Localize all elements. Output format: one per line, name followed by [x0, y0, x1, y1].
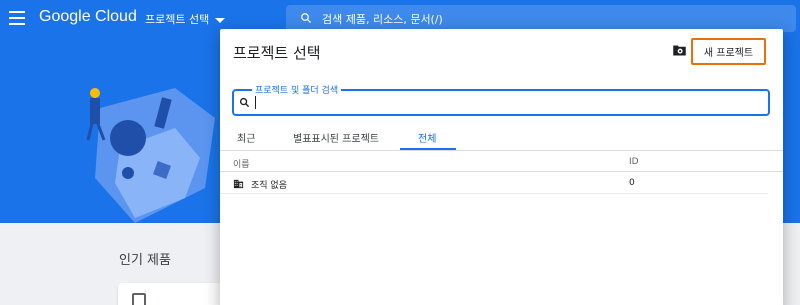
table-header: 이름 ID: [220, 152, 783, 172]
hero-illustration: [86, 88, 215, 223]
tab-all[interactable]: 전체: [418, 130, 436, 145]
new-folder-settings-icon[interactable]: [672, 44, 687, 57]
popular-products-title: 인기 제품: [119, 253, 171, 268]
project-folder-search-field[interactable]: 프로젝트 및 폴더 검색: [232, 83, 770, 116]
dialog-title: 프로젝트 선택: [233, 44, 321, 62]
column-id-header[interactable]: ID: [629, 157, 639, 167]
dialog-tabs: 최근 별표표시된 프로젝트 전체: [220, 124, 783, 151]
project-picker-button[interactable]: 프로젝트 선택: [145, 11, 226, 27]
active-tab-indicator: [400, 148, 456, 150]
global-search-placeholder: 검색 제품, 리소스, 문서(/): [322, 13, 443, 26]
caret-down-icon: [215, 17, 226, 23]
menu-icon[interactable]: [9, 11, 25, 25]
project-search-input[interactable]: [254, 94, 754, 111]
search-icon: [239, 97, 250, 108]
project-picker-label: 프로젝트 선택: [145, 13, 210, 26]
global-search-bar[interactable]: 검색 제품, 리소스, 문서(/): [286, 5, 796, 32]
new-project-button[interactable]: 새 프로젝트: [691, 38, 766, 65]
product-card[interactable]: [118, 283, 228, 305]
text-cursor: [255, 96, 256, 109]
google-cloud-logo[interactable]: Google Cloud: [39, 8, 137, 26]
row-name: 조직 없음: [251, 181, 287, 191]
tab-starred[interactable]: 별표표시된 프로젝트: [293, 130, 379, 145]
row-id: 0: [629, 178, 635, 188]
search-icon: [301, 13, 311, 23]
column-name-header[interactable]: 이름: [233, 157, 250, 170]
project-select-dialog: 프로젝트 선택 새 프로젝트 프로젝트 및 폴더 검색 최근 별표표시된 프로젝…: [220, 29, 783, 305]
tab-recent[interactable]: 최근: [237, 130, 255, 145]
chip-icon: [132, 293, 146, 305]
table-row[interactable]: 조직 없음 0: [220, 173, 768, 194]
building-icon: [233, 179, 244, 189]
